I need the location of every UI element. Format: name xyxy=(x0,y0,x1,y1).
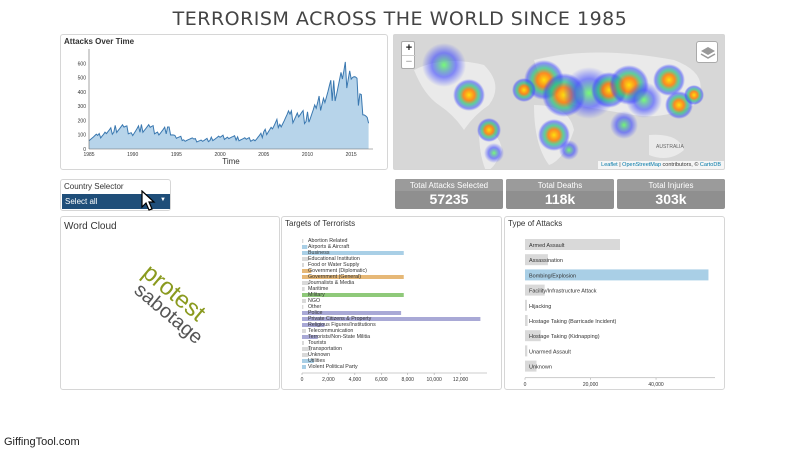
bar-label: Armed Assault xyxy=(529,243,565,249)
heat-spot xyxy=(477,118,501,142)
x-tick-label: 2010 xyxy=(302,152,313,158)
x-tick-label: 0 xyxy=(524,382,527,388)
bar-label: Bombing/Explosion xyxy=(529,273,576,279)
timeline-chart[interactable]: 01002003004005006001985 1990 1995 2000 2005 2… xyxy=(61,45,387,169)
attacks-over-time-panel: Attacks Over Time 0 100 200 300 400 500 600 198… xyxy=(60,34,388,170)
zoom-control: + − xyxy=(401,41,416,69)
country-select-value: Select all xyxy=(65,197,98,206)
chevron-down-icon: ▼ xyxy=(160,197,166,203)
osm-link[interactable]: OpenStreetMap xyxy=(622,162,661,168)
y-tick-label: 300 xyxy=(78,104,87,110)
bar xyxy=(302,365,306,369)
attack-types-panel: Type of Attacks Armed Assault Assassinati… xyxy=(504,216,725,390)
heat-spot xyxy=(422,43,466,87)
world-map[interactable]: AUSTRALIA xyxy=(394,35,725,170)
bar-label: Unknown xyxy=(529,365,552,371)
zoom-out-button[interactable]: − xyxy=(402,55,416,68)
targets-panel: Targets of Terrorists Abortion Related Ai… xyxy=(281,216,502,390)
page-title: TERRORISM ACROSS THE WORLD SINCE 1985 xyxy=(172,8,628,30)
x-tick-label: 2005 xyxy=(258,152,269,158)
zoom-in-button[interactable]: + xyxy=(402,42,416,55)
heat-spot xyxy=(512,78,536,102)
bar xyxy=(302,341,304,345)
word-cloud-panel: Word Cloud protest sabotage xyxy=(60,216,280,390)
bar xyxy=(302,305,304,309)
bar-label: Violent Political Party xyxy=(308,364,358,370)
x-tick-label: 1985 xyxy=(83,152,94,158)
total-deaths-label: Total Deaths xyxy=(506,179,614,191)
bar xyxy=(302,239,304,243)
x-tick-label: 12,000 xyxy=(453,377,469,383)
x-tick-label: 20,000 xyxy=(583,382,599,388)
word-cloud: protest sabotage xyxy=(130,259,211,349)
bar xyxy=(525,345,528,357)
targets-chart[interactable]: Abortion RelatedAirports & AircraftBusin… xyxy=(282,229,501,389)
total-injuries-label: Total Injuries xyxy=(617,179,725,191)
bar xyxy=(302,245,308,249)
x-tick-label: 2,000 xyxy=(322,377,335,383)
y-tick-label: 500 xyxy=(78,76,87,82)
x-tick-label: 10,000 xyxy=(426,377,442,383)
total-attacks-value: 57235 xyxy=(429,191,469,207)
timeline-xlabel: Time xyxy=(222,157,240,166)
total-deaths-value: 118k xyxy=(544,191,576,207)
x-tick-label: 40,000 xyxy=(648,382,664,388)
cartodb-link[interactable]: CartoDB xyxy=(700,162,721,168)
y-tick-label: 200 xyxy=(78,118,87,124)
x-tick-label: 1990 xyxy=(127,152,138,158)
map-attribution: Leaflet | OpenStreetMap contributors, © … xyxy=(598,161,724,169)
x-tick-label: 4,000 xyxy=(349,377,362,383)
bar xyxy=(302,287,305,291)
bar xyxy=(302,263,304,267)
x-tick-label: 0 xyxy=(301,377,304,383)
x-tick-label: 6,000 xyxy=(375,377,388,383)
total-attacks-card: Total Attacks Selected 57235 xyxy=(395,179,503,209)
total-injuries-value: 303k xyxy=(655,191,687,207)
bar xyxy=(302,299,306,303)
heat-spot xyxy=(453,79,485,111)
bar-label: Hostage Taking (Kidnapping) xyxy=(529,334,600,340)
bar-label: Hijacking xyxy=(529,304,551,310)
y-tick-label: 400 xyxy=(78,90,87,96)
layers-icon[interactable] xyxy=(696,41,718,63)
total-injuries-card: Total Injuries 303k xyxy=(617,179,725,209)
bar-label: Facility/Infrastructure Attack xyxy=(529,289,597,295)
bar-label: Unarmed Assault xyxy=(529,349,571,355)
heat-spot xyxy=(684,85,704,105)
bar xyxy=(525,315,528,326)
bar-label: Assassination xyxy=(529,258,563,264)
x-tick-label: 1995 xyxy=(171,152,182,158)
total-attacks-label: Total Attacks Selected xyxy=(395,179,503,191)
x-tick-label: 2015 xyxy=(346,152,357,158)
y-tick-label: 100 xyxy=(78,133,87,139)
timeline-area xyxy=(89,61,369,149)
heat-spot xyxy=(559,140,579,160)
x-tick-label: 8,000 xyxy=(401,377,414,383)
heat-spot xyxy=(484,143,504,163)
watermark: GiffingTool.com xyxy=(4,436,80,448)
heatmap-map[interactable]: AUSTRALIA + − Leaflet | OpenStreetMap co… xyxy=(393,34,725,170)
leaflet-link[interactable]: Leaflet xyxy=(601,162,618,168)
word-cloud-title: Word Cloud xyxy=(64,221,117,232)
heat-spot xyxy=(610,111,638,139)
bar-label: Hostage Taking (Barricade Incident) xyxy=(529,319,617,325)
y-tick-label: 600 xyxy=(78,61,87,67)
mouse-cursor-icon xyxy=(141,190,156,211)
total-deaths-card: Total Deaths 118k xyxy=(506,179,614,209)
attack-types-chart[interactable]: Armed Assault Assassination Bombing/Explos… xyxy=(505,229,724,389)
australia-label: AUSTRALIA xyxy=(656,144,684,150)
bar xyxy=(302,329,306,333)
bar xyxy=(525,299,527,311)
